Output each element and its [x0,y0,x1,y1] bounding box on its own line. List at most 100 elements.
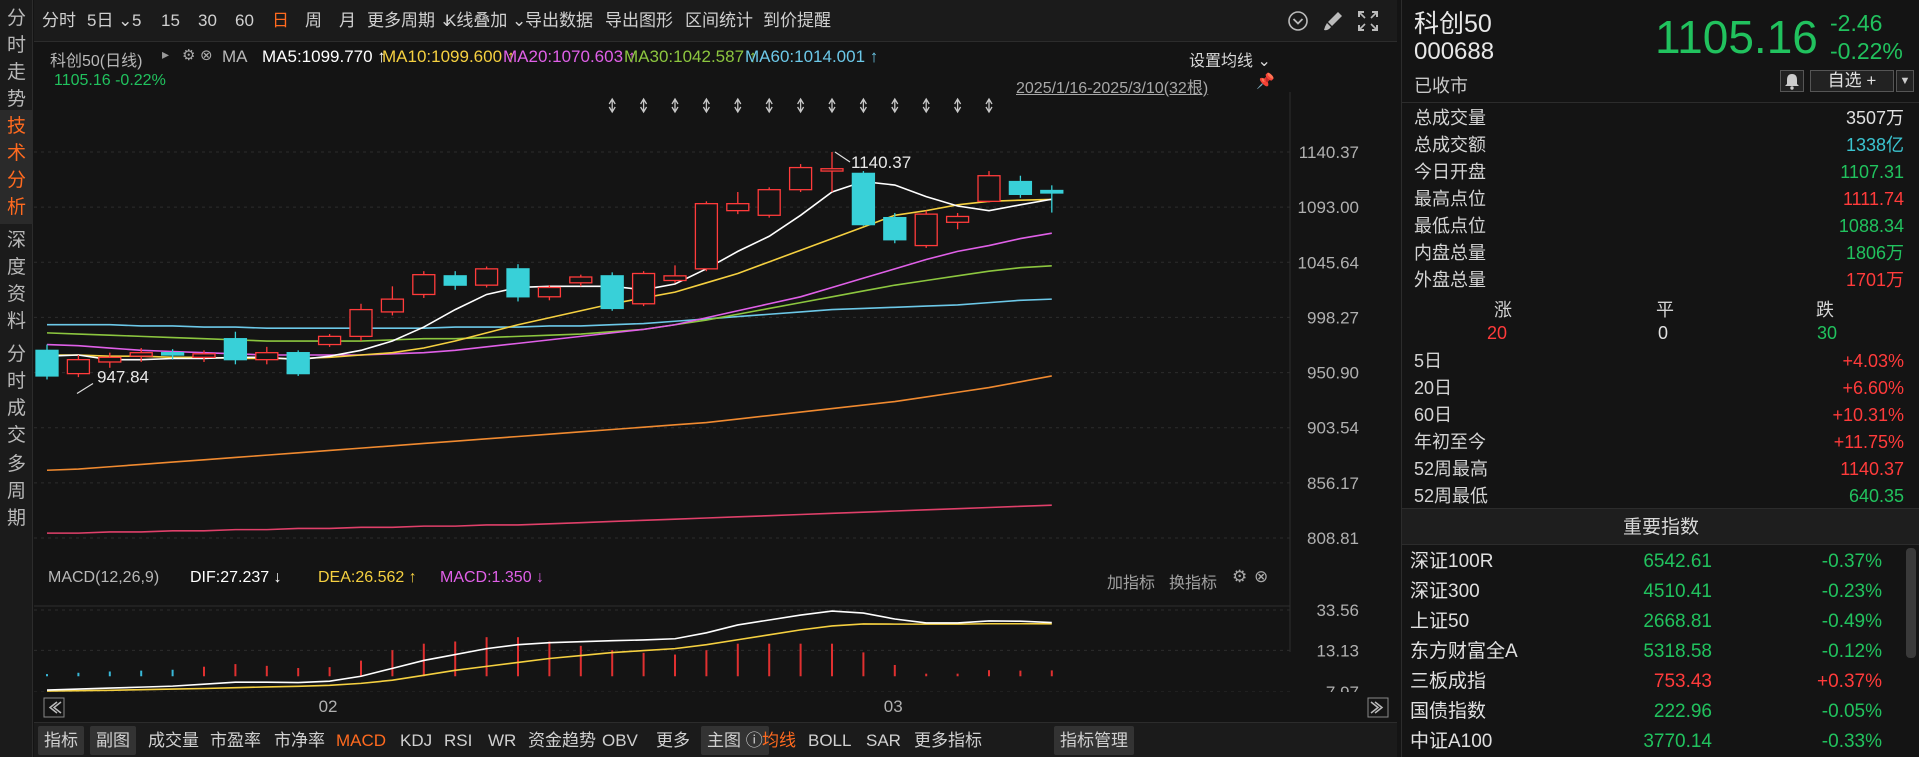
ma-settings-dropdown[interactable]: 设置均线 ⌄ [1189,47,1271,71]
indicator-tab-1[interactable]: 副图 [90,726,136,755]
indicator-tab-9[interactable]: 资金趋势 [522,726,602,755]
toolbar-item-0[interactable]: 分时 [42,0,76,42]
perf-row-value: 1140.37 [1840,459,1904,479]
last-price: 1105.16 [1655,11,1818,63]
add-indicator-button[interactable]: 加指标 [1107,569,1155,593]
candle-body [317,335,342,346]
quote-row: 总成交量 3507万 [1414,105,1904,132]
quote-row-label: 最高点位 [1414,189,1486,209]
fullscreen-icon[interactable] [1355,8,1381,34]
indicator-tab-2[interactable]: 成交量 [142,726,205,755]
indices-scrollbar[interactable] [1906,548,1916,658]
indicator-tab-5[interactable]: MACD [330,726,392,755]
index-pct: -0.49% [1821,611,1882,632]
toolbar-item-14[interactable]: 到价提醒 [763,0,831,42]
expand-arrow-icon[interactable]: ▸ [162,46,169,63]
indicator-tab-8[interactable]: WR [482,726,522,755]
indicator-tab-15[interactable]: SAR [860,726,907,755]
y-tick-label: 856.17 [1307,474,1359,493]
watchlist-dropdown-icon[interactable]: ▼ [1896,70,1914,92]
vtab-0[interactable]: 分时走势 [0,2,33,116]
indicator-tab-6[interactable]: KDJ [394,726,438,755]
x-axis-label: 03 [883,697,903,716]
toolbar-item-13[interactable]: 区间统计 [685,0,753,42]
alert-bell-button[interactable] [1780,70,1804,92]
indicator-tab-14[interactable]: BOLL [802,726,857,755]
switch-indicator-button[interactable]: 换指标 [1169,569,1217,593]
brush-icon[interactable] [1320,8,1346,34]
quote-row-label: 内盘总量 [1414,243,1486,263]
event-marker-icon [765,97,773,114]
index-row[interactable]: 中证A100 3770.14 -0.33% [1410,727,1900,757]
index-row[interactable]: 三板成指 753.43 +0.37% [1410,667,1900,697]
index-row[interactable]: 深证100R 6542.61 -0.37% [1410,547,1900,577]
last-price-info: 1105.16 -0.22% [54,72,166,89]
perf-row-label: 52周最高 [1414,459,1489,479]
vtab-1[interactable]: 技术分析 [0,110,33,224]
macd-value-label: MACD:1.350 ↓ [440,569,545,586]
index-row[interactable]: 上证50 2668.81 -0.49% [1410,607,1900,637]
vtab-2[interactable]: 深度资料 [0,224,33,338]
quote-row-label: 最低点位 [1414,216,1486,236]
quote-panel: 科创50 000688 已收市 1105.16 -2.46 -0.22% 自选 … [1401,0,1919,757]
indicator-tab-0[interactable]: 指标 [38,726,84,755]
index-name: 中证A100 [1410,731,1493,752]
toolbar-item-1[interactable]: 5日 ⌄ [87,0,132,42]
indicator-tab-7[interactable]: RSI [438,726,478,755]
toolbar-item-9[interactable]: 更多周期 ⌄ [367,0,454,42]
indicator-tab-17[interactable]: 指标管理 [1054,726,1134,755]
kline-chart[interactable]: 1140.37 1093.00 1045.64 998.27 950.90 903.54 8… [34,42,1397,692]
candle-body [255,352,279,361]
candle-body [600,275,624,310]
candle-body [914,213,938,247]
toolbar-item-8[interactable]: 月 [339,0,356,42]
double-right-icon [1370,701,1384,714]
y-tick-label: 1140.37 [1299,143,1359,162]
watchlist-add-button[interactable]: 自选 + [1810,70,1894,92]
toolbar-item-12[interactable]: 导出图形 [605,0,673,42]
close-circle-icon[interactable]: ⊗ [200,46,213,64]
index-row[interactable]: 深证300 4510.41 -0.23% [1410,577,1900,607]
kline-chart-svg[interactable]: 1140.37 1093.00 1045.64 998.27 950.90 903.54 8… [34,42,1397,692]
event-marker-icon [954,97,962,114]
pin-icon[interactable]: 📌 [1256,72,1275,90]
y-tick-label: 1093.00 [1298,198,1359,217]
index-row[interactable]: 国债指数 222.96 -0.05% [1410,697,1900,727]
candle-body [192,353,216,358]
indicator-tab-4[interactable]: 市净率 [268,726,331,755]
macd-close-icon[interactable]: ⊗ [1254,567,1268,587]
candle-body [223,338,248,361]
index-name: 国债指数 [1410,701,1487,722]
indicator-tab-3[interactable]: 市盈率 [204,726,267,755]
macd-gear-icon[interactable]: ⚙ [1232,567,1247,587]
toolbar-item-4[interactable]: 30 [198,0,217,42]
vtab-3[interactable]: 分时成交 [0,338,33,452]
perf-row-value: +10.31% [1832,405,1904,425]
toolbar-item-11[interactable]: 导出数据 [525,0,593,42]
toolbar-item-5[interactable]: 60 [235,0,254,42]
price-change: -2.46 [1830,10,1883,36]
y-tick-label: 998.27 [1307,308,1359,327]
toolbar-item-10[interactable]: K线叠加 ⌄ [445,0,526,42]
toolbar-item-7[interactable]: 周 [305,0,322,42]
low-label: 947.84 [97,367,149,386]
chevron-circle-icon[interactable] [1285,8,1311,34]
date-range-label[interactable]: 2025/1/16-2025/3/10(32根) [1016,74,1208,98]
vtab-4[interactable]: 多周期 [0,448,33,535]
indicator-tab-10[interactable]: OBV [596,726,644,755]
indicator-tab-16[interactable]: 更多指标 [908,726,988,755]
event-marker-icon [734,97,742,114]
breadth-flat-label: 平 [1656,300,1674,320]
toolbar-item-3[interactable]: 15 [161,0,180,42]
indicator-tab-13[interactable]: 均线 [756,726,802,755]
quote-row: 最低点位 1088.34 [1414,213,1904,240]
ma60-line [47,298,1052,330]
toolbar-item-6[interactable]: 日 [272,0,289,42]
vtab-label: 技术分析 [7,116,27,218]
breadth-down-count: 30 [1817,323,1838,343]
gear-icon[interactable]: ⚙ [182,46,195,64]
toolbar-item-2[interactable]: 5 [132,0,141,42]
indicator-tab-11[interactable]: 更多 [650,726,696,755]
candle-body [883,216,907,241]
index-row[interactable]: 东方财富全A 5318.58 -0.12% [1410,637,1900,667]
